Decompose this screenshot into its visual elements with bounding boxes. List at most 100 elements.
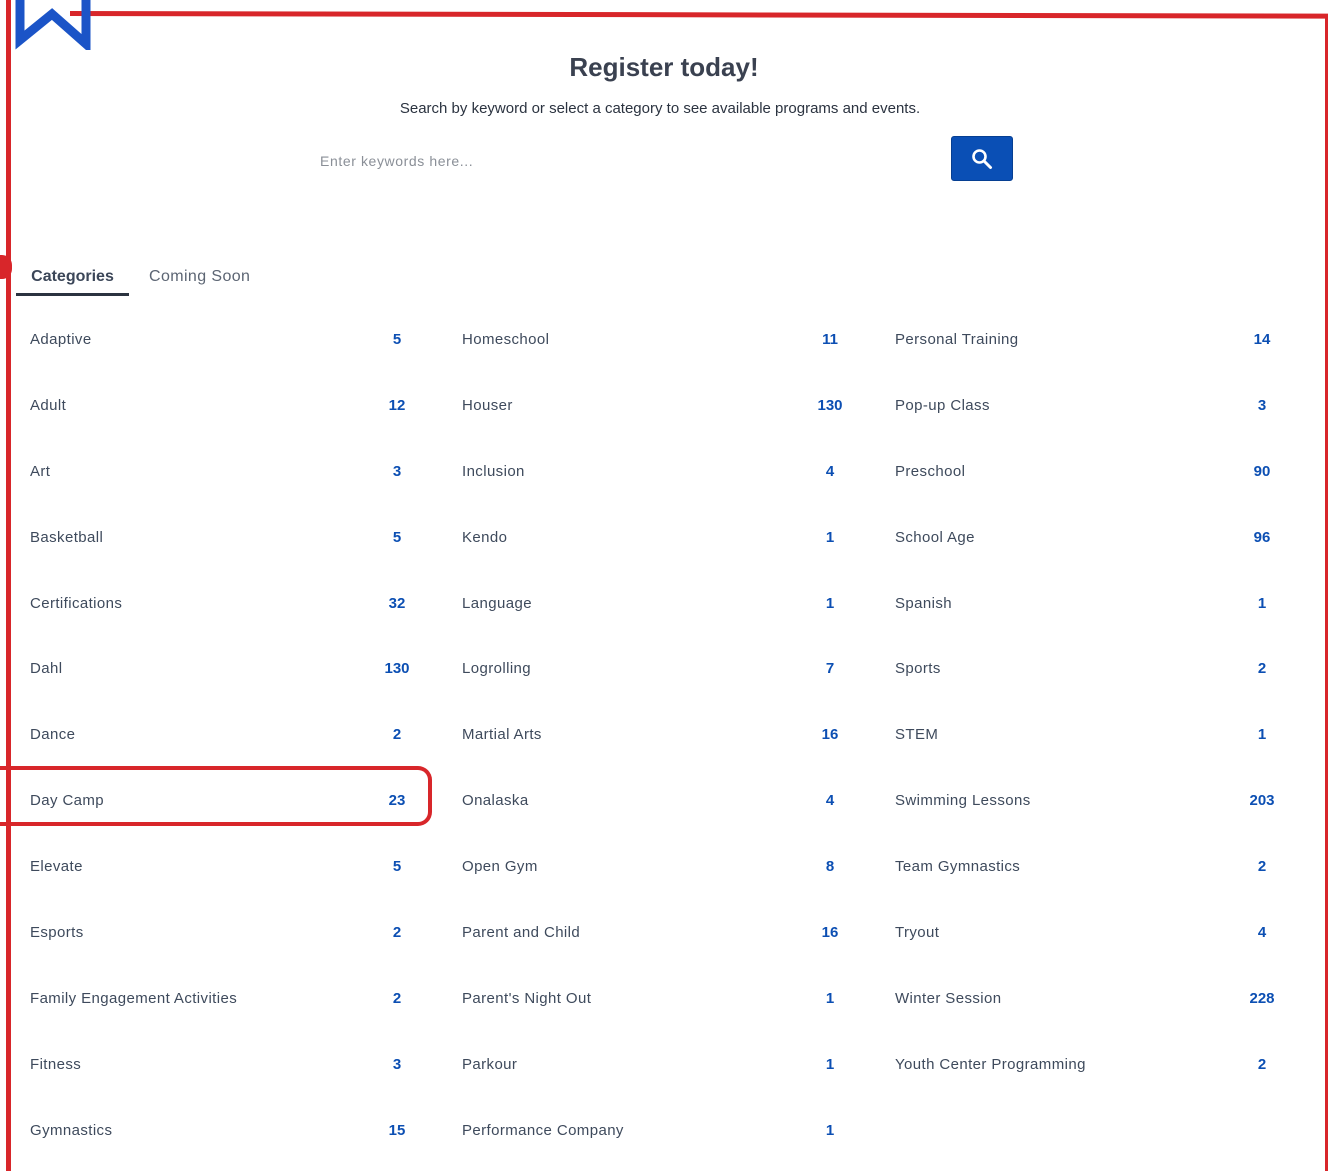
category-name[interactable]: Pop-up Class [895,397,990,414]
category-count: 2 [392,924,402,942]
category-item[interactable]: Martial Arts 16 [462,704,862,770]
category-name[interactable]: Logrolling [462,660,531,677]
category-item[interactable]: Homeschool 11 [462,309,862,375]
category-item[interactable]: Dance 2 [30,704,430,770]
category-name[interactable]: Kendo [462,529,507,546]
category-name[interactable]: Elevate [30,858,83,875]
category-item[interactable]: Personal Training 14 [895,309,1295,375]
category-name[interactable]: Onalaska [462,792,529,809]
category-name[interactable]: School Age [895,529,975,546]
category-count: 1 [825,528,835,546]
category-count: 5 [392,528,402,546]
category-name[interactable]: Tryout [895,924,939,941]
category-name[interactable]: Team Gymnastics [895,858,1020,875]
category-name[interactable]: Language [462,595,532,612]
category-item[interactable]: Parent's Night Out 1 [462,968,862,1034]
category-name[interactable]: Parkour [462,1056,517,1073]
category-count: 15 [388,1121,406,1139]
category-item[interactable]: Basketball 5 [30,507,430,573]
category-name[interactable]: Parent's Night Out [462,990,591,1007]
category-item[interactable]: Family Engagement Activities 2 [30,968,430,1034]
category-item[interactable]: Sports 2 [895,638,1295,704]
category-name[interactable]: Personal Training [895,331,1019,348]
category-item[interactable]: Art 3 [30,441,430,507]
category-item[interactable]: Gymnastics 15 [30,1100,430,1166]
category-item[interactable]: Swimming Lessons 203 [895,770,1295,836]
category-item[interactable]: Language 1 [462,573,862,639]
page-subtitle: Search by keyword or select a category t… [399,100,921,117]
category-count: 32 [388,594,406,612]
category-name[interactable]: Certifications [30,595,122,612]
category-name[interactable]: Youth Center Programming [895,1056,1086,1073]
category-name[interactable]: Houser [462,397,513,414]
category-count: 2 [1257,1055,1267,1073]
category-count: 3 [392,462,402,480]
category-count: 90 [1253,462,1271,480]
category-count: 16 [821,726,839,744]
category-name[interactable]: Swimming Lessons [895,792,1031,809]
category-name[interactable]: Fitness [30,1056,81,1073]
category-item[interactable]: Certifications 32 [30,573,430,639]
logo-icon [15,0,91,50]
category-name[interactable]: Adaptive [30,331,92,348]
category-name[interactable]: Preschool [895,463,965,480]
category-item[interactable]: Logrolling 7 [462,638,862,704]
category-item[interactable]: Esports 2 [30,902,430,968]
category-item[interactable]: Elevate 5 [30,836,430,902]
tab-coming-soon[interactable]: Coming Soon [149,262,250,296]
category-item[interactable]: Fitness 3 [30,1034,430,1100]
category-name[interactable]: Spanish [895,595,952,612]
category-name[interactable]: Parent and Child [462,924,580,941]
category-name[interactable]: Martial Arts [462,726,542,743]
category-item[interactable]: Open Gym 8 [462,836,862,902]
search-input[interactable] [310,140,930,182]
category-name[interactable]: Esports [30,924,84,941]
category-name[interactable]: Family Engagement Activities [30,990,237,1007]
tab-categories[interactable]: Categories [16,262,129,296]
category-count: 23 [388,792,406,810]
category-item[interactable]: Adult 12 [30,375,430,441]
category-item[interactable]: Adaptive 5 [30,309,430,375]
category-count: 96 [1253,528,1271,546]
category-name[interactable]: Adult [30,397,66,414]
category-item[interactable]: Dahl 130 [30,638,430,704]
category-item[interactable]: Tryout 4 [895,902,1295,968]
category-name[interactable]: Performance Company [462,1122,624,1139]
category-name[interactable]: Gymnastics [30,1122,112,1139]
category-name[interactable]: Open Gym [462,858,538,875]
category-count: 1 [825,1121,835,1139]
category-item[interactable]: Team Gymnastics 2 [895,836,1295,902]
category-item[interactable]: Pop-up Class 3 [895,375,1295,441]
category-item[interactable]: School Age 96 [895,507,1295,573]
category-name[interactable]: Sports [895,660,941,677]
category-name[interactable]: Homeschool [462,331,549,348]
category-name[interactable]: Dance [30,726,75,743]
category-name[interactable]: Winter Session [895,990,1001,1007]
category-item[interactable]: Parkour 1 [462,1034,862,1100]
category-item[interactable]: Day Camp 23 [30,770,430,836]
category-name[interactable]: Day Camp [30,792,104,809]
category-name[interactable]: Dahl [30,660,62,677]
category-item[interactable]: Parent and Child 16 [462,902,862,968]
search-button[interactable] [951,136,1013,181]
category-item[interactable]: Kendo 1 [462,507,862,573]
category-count: 1 [1257,726,1267,744]
category-count: 1 [825,1055,835,1073]
category-item[interactable]: Winter Session 228 [895,968,1295,1034]
category-item[interactable]: Performance Company 1 [462,1100,862,1166]
category-name[interactable]: Inclusion [462,463,525,480]
category-item[interactable]: STEM 1 [895,704,1295,770]
category-item[interactable]: Preschool 90 [895,441,1295,507]
category-count: 11 [822,331,838,348]
category-name[interactable]: Art [30,463,50,480]
category-item[interactable]: Spanish 1 [895,573,1295,639]
category-name[interactable]: STEM [895,726,938,743]
category-name[interactable]: Basketball [30,529,103,546]
category-item[interactable]: Youth Center Programming 2 [895,1034,1295,1100]
category-count: 2 [392,726,402,744]
category-item[interactable]: Inclusion 4 [462,441,862,507]
category-count: 4 [1257,924,1267,942]
category-item[interactable]: Onalaska 4 [462,770,862,836]
category-count: 4 [825,792,835,810]
category-item[interactable]: Houser 130 [462,375,862,441]
